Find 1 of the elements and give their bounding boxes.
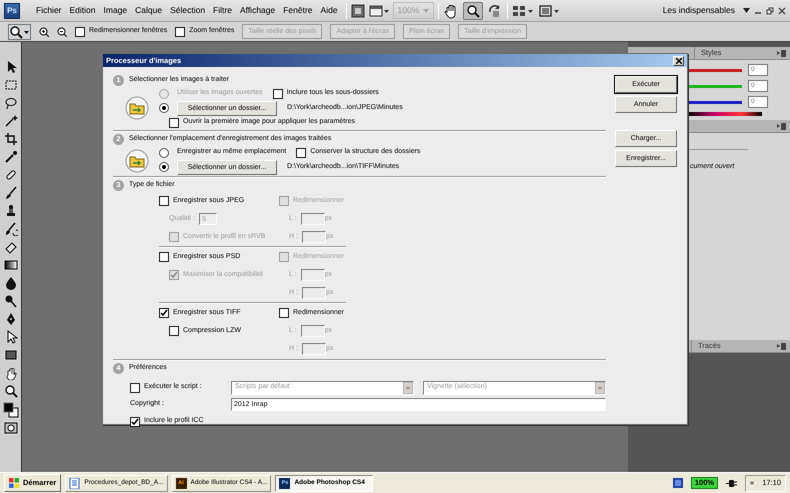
app-logo: Ps (4, 2, 20, 18)
